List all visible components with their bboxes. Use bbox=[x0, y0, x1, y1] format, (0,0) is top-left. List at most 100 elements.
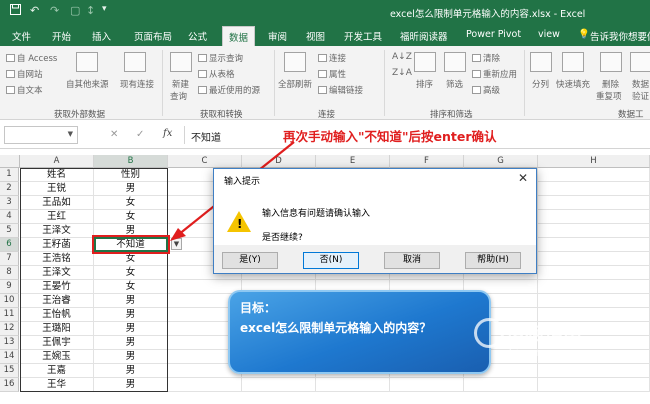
clear-filter-button[interactable]: 清除 bbox=[472, 52, 500, 64]
sort-desc-icon[interactable]: Z↓A bbox=[392, 68, 412, 78]
row-header[interactable]: 11 bbox=[0, 308, 19, 322]
redo-icon[interactable]: ↷ bbox=[50, 4, 59, 17]
formula-input[interactable]: 不知道 bbox=[184, 126, 292, 144]
from-table-button[interactable]: 从表格 bbox=[198, 68, 235, 80]
select-all-corner[interactable] bbox=[0, 155, 20, 168]
save-icon[interactable] bbox=[10, 4, 21, 18]
yes-button[interactable]: 是(Y) bbox=[222, 252, 278, 269]
column-header-e[interactable]: E bbox=[316, 155, 390, 168]
sort-asc-icon[interactable]: A↓Z bbox=[392, 52, 412, 62]
empty-cell[interactable] bbox=[538, 196, 650, 210]
recent-sources-button[interactable]: 最近使用的源 bbox=[198, 84, 260, 96]
group-separator bbox=[384, 50, 385, 116]
column-header-d[interactable]: D bbox=[242, 155, 316, 168]
tab-power-pivot[interactable]: Power Pivot bbox=[466, 29, 521, 40]
existing-connections-icon bbox=[124, 52, 146, 72]
row-header[interactable]: 15 bbox=[0, 364, 19, 378]
tab-data[interactable]: 数据 bbox=[222, 26, 256, 46]
empty-cell[interactable] bbox=[168, 280, 242, 294]
from-text-button[interactable]: 自文本 bbox=[6, 84, 43, 96]
properties-button[interactable]: 属性 bbox=[318, 68, 346, 80]
connections-button[interactable]: 连接 bbox=[318, 52, 346, 64]
tab-page-layout[interactable]: 页面布局 bbox=[134, 29, 172, 43]
row-header[interactable]: 13 bbox=[0, 336, 19, 350]
data-validation-button[interactable]: 数据 bbox=[632, 78, 649, 90]
remove-duplicates-button[interactable]: 删除 bbox=[602, 78, 619, 90]
text-to-columns-button[interactable]: 分列 bbox=[532, 78, 549, 90]
new-query-button[interactable]: 新建 bbox=[172, 78, 189, 90]
empty-cell[interactable] bbox=[538, 210, 650, 224]
row-header[interactable]: 16 bbox=[0, 378, 19, 392]
tab-review[interactable]: 审阅 bbox=[268, 29, 287, 43]
column-header-a[interactable]: A bbox=[20, 155, 94, 168]
edit-links-button[interactable]: 编辑链接 bbox=[318, 84, 363, 96]
sort-button[interactable]: 排序 bbox=[416, 78, 433, 90]
row-header[interactable]: 1 bbox=[0, 168, 19, 182]
row-header[interactable]: 5 bbox=[0, 224, 19, 238]
row-header[interactable]: 7 bbox=[0, 252, 19, 266]
tab-view[interactable]: 视图 bbox=[306, 29, 325, 43]
advanced-filter-button[interactable]: 高级 bbox=[472, 84, 500, 96]
tab-formulas[interactable]: 公式 bbox=[188, 29, 207, 43]
empty-cell[interactable] bbox=[464, 378, 538, 392]
empty-cell[interactable] bbox=[538, 378, 650, 392]
tab-foxit[interactable]: 福昕阅读器 bbox=[400, 29, 448, 43]
tab-insert[interactable]: 插入 bbox=[92, 29, 111, 43]
empty-cell[interactable] bbox=[538, 280, 650, 294]
chevron-down-icon[interactable]: ▼ bbox=[68, 130, 73, 138]
empty-cell[interactable] bbox=[538, 364, 650, 378]
chevron-down-icon[interactable]: ▼ bbox=[171, 238, 182, 250]
cancel-button[interactable]: 取消 bbox=[384, 252, 440, 269]
insert-function-icon[interactable]: fx bbox=[163, 128, 172, 139]
flash-fill-button[interactable]: 快速填充 bbox=[556, 78, 590, 90]
reapply-button[interactable]: 重新应用 bbox=[472, 68, 517, 80]
tab-file[interactable]: 文件 bbox=[12, 29, 31, 43]
refresh-all-button[interactable]: 全部刷新 bbox=[278, 78, 312, 90]
tell-me-search[interactable]: 告诉我你想要做 bbox=[590, 29, 650, 43]
check-icon[interactable]: ✓ bbox=[136, 129, 144, 140]
from-web-button[interactable]: 自网站 bbox=[6, 68, 43, 80]
no-button[interactable]: 否(N) bbox=[303, 252, 359, 269]
chevron-down-icon[interactable]: ▾ bbox=[102, 4, 107, 14]
row-header[interactable]: 6 bbox=[0, 238, 19, 252]
empty-cell[interactable] bbox=[538, 168, 650, 182]
empty-cell[interactable] bbox=[538, 294, 650, 308]
column-header-f[interactable]: F bbox=[390, 155, 464, 168]
empty-cell[interactable] bbox=[538, 238, 650, 252]
empty-cell[interactable] bbox=[316, 378, 390, 392]
preview-icon[interactable]: ▢ bbox=[70, 4, 80, 17]
show-queries-button[interactable]: 显示查询 bbox=[198, 52, 243, 64]
tab-home[interactable]: 开始 bbox=[52, 29, 71, 43]
tab-developer[interactable]: 开发工具 bbox=[344, 29, 382, 43]
other-sources-button[interactable]: 自其他来源 bbox=[66, 78, 109, 90]
close-icon[interactable]: ✕ bbox=[518, 171, 528, 185]
column-header-b[interactable]: B bbox=[94, 155, 168, 168]
row-header[interactable]: 14 bbox=[0, 350, 19, 364]
cancel-icon[interactable]: ✕ bbox=[110, 129, 118, 140]
column-header-h[interactable]: H bbox=[538, 155, 650, 168]
row-header[interactable]: 4 bbox=[0, 210, 19, 224]
column-header-g[interactable]: G bbox=[464, 155, 538, 168]
from-access-button[interactable]: 自 Access bbox=[6, 52, 57, 64]
empty-cell[interactable] bbox=[390, 378, 464, 392]
row-header[interactable]: 3 bbox=[0, 196, 19, 210]
empty-cell[interactable] bbox=[538, 224, 650, 238]
empty-cell[interactable] bbox=[242, 378, 316, 392]
filter-button[interactable]: 筛选 bbox=[446, 78, 463, 90]
help-button[interactable]: 帮助(H) bbox=[465, 252, 521, 269]
row-header[interactable]: 8 bbox=[0, 266, 19, 280]
sort-icon[interactable]: ↕ bbox=[86, 4, 95, 17]
name-box[interactable]: ▼ bbox=[4, 126, 78, 144]
column-header-c[interactable]: C bbox=[168, 155, 242, 168]
tab-view-addin[interactable]: view bbox=[538, 29, 560, 40]
empty-cell[interactable] bbox=[538, 252, 650, 266]
row-header[interactable]: 2 bbox=[0, 182, 19, 196]
undo-icon[interactable]: ↶ bbox=[30, 4, 39, 17]
empty-cell[interactable] bbox=[168, 378, 242, 392]
row-header[interactable]: 10 bbox=[0, 294, 19, 308]
empty-cell[interactable] bbox=[538, 182, 650, 196]
existing-connections-button[interactable]: 现有连接 bbox=[120, 78, 154, 90]
row-header[interactable]: 9 bbox=[0, 280, 19, 294]
empty-cell[interactable] bbox=[538, 266, 650, 280]
row-header[interactable]: 12 bbox=[0, 322, 19, 336]
